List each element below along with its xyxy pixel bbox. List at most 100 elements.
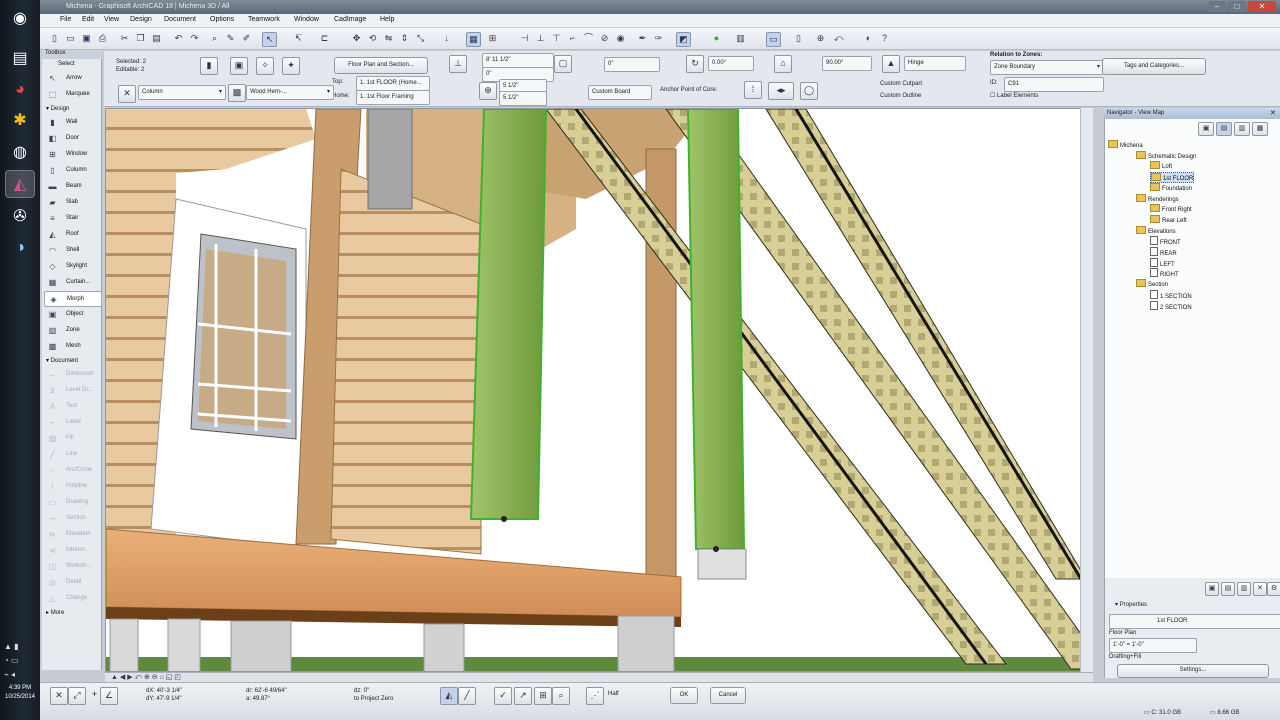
tool-arc-circle[interactable]: ○ Arc/Circle [44,463,100,477]
render-icon[interactable]: ◐ [862,32,875,45]
view-map-icon[interactable]: ▤ [1216,122,1232,136]
tool-marquee[interactable]: ⬚ Marquee [44,87,100,101]
drag-icon[interactable]: ✥ [350,32,363,45]
column-type-select[interactable]: Column ▾ [138,85,226,100]
close-button[interactable]: ✕ [1248,1,1276,12]
archicad-icon[interactable]: ◭ [5,170,35,198]
viewport-vertical-scrollbar[interactable] [1080,108,1093,672]
grid-icon[interactable]: ⊞ [486,32,499,45]
settings-icon[interactable]: ✱ [5,106,35,134]
cut-icon[interactable]: ✂ [118,32,131,45]
view-id-field[interactable]: 1st FLOOR [1109,614,1280,629]
relation-zones-select[interactable]: Zone Boundary ▾ [990,60,1104,75]
tool-slab[interactable]: ▰ Slab [44,195,100,209]
tool-door[interactable]: ◧ Door [44,131,100,145]
trim-icon[interactable]: ⊤ [550,32,563,45]
eyedrop-icon[interactable]: ✑ [652,32,665,45]
start-orb-icon[interactable]: ◉ [5,4,35,32]
print-icon[interactable]: ⎙ [96,32,109,45]
tree-item[interactable]: LEFT [1150,257,1175,268]
tool-interior-elevation[interactable]: ⊲ Interior... [44,543,100,557]
polar-icon[interactable]: ∠ [100,687,118,705]
tree-item[interactable]: Section [1136,279,1168,288]
copy-icon[interactable]: ❐ [134,32,147,45]
tool-curtain-wall[interactable]: ▦ Curtain... [44,275,100,289]
paint-icon[interactable]: ✒ [636,32,649,45]
tool-morph[interactable]: ◈ Morph [44,291,102,307]
split-icon[interactable]: ⊘ [598,32,611,45]
3d-model-render[interactable] [106,109,1093,672]
project-map-icon[interactable]: ▣ [1198,122,1214,136]
navigator-settings-button[interactable]: Settings... [1117,664,1269,678]
tags-categories-button[interactable]: Tags and Categories... [1102,58,1206,75]
orientation-icon[interactable]: ⌂ [774,55,792,73]
new-view-icon[interactable]: ▣ [1205,582,1219,596]
navigator-close-icon[interactable]: ✕ [1270,109,1276,117]
tool-beam[interactable]: ▬ Beam [44,179,100,193]
cover-fill-field[interactable]: Custom Board [588,85,652,100]
menu-edit[interactable]: Edit [82,16,94,23]
floor-plan-icon[interactable]: ▯ [792,32,805,45]
column-settings-icon[interactable]: ▮ [200,57,218,75]
tree-item[interactable]: Elevations [1136,225,1176,235]
maximize-button[interactable]: □ [1228,1,1246,12]
tool-line[interactable]: ╱ Line [44,447,100,461]
tree-item[interactable]: FRONT [1150,236,1181,246]
slant-column-icon[interactable]: ✦ [282,57,300,75]
anchor-toggle-icon[interactable]: ◂▸ [768,82,794,100]
tool-stair[interactable]: ≡ Stair [44,211,100,225]
rotate-column-icon[interactable]: ✧ [256,57,274,75]
layers-icon[interactable]: ▥ [734,32,747,45]
menu-help[interactable]: Help [380,16,394,23]
minimize-button[interactable]: – [1208,1,1226,12]
tool-fill[interactable]: ▨ Fill [44,431,100,445]
tree-item[interactable]: Renderings [1136,193,1179,203]
magnify-snap-icon[interactable]: ⌕ [552,687,570,705]
tool-shell[interactable]: ◠ Shell [44,243,100,257]
tool-label[interactable]: ⌐ Label [44,415,100,429]
zoom-icon[interactable]: ⊕ [814,32,827,45]
cancel-button[interactable]: Cancel [710,687,746,704]
orbit-icon[interactable]: ⤺ [832,32,845,45]
id-field[interactable]: C91 [1004,77,1104,92]
tree-item[interactable]: Rear Left [1150,214,1187,224]
core-shape-icon[interactable]: ▢ [554,55,572,73]
delete-view-icon[interactable]: ✕ [1253,582,1267,596]
tool-detail[interactable]: ◎ Detail [44,575,100,589]
proj-field[interactable]: Hinge [904,56,966,71]
intersect-icon[interactable]: ⊥ [534,32,547,45]
menu-window[interactable]: Window [294,16,319,23]
guide-line-icon[interactable]: ↸ [292,32,305,45]
angle-field[interactable]: 0.00° [708,56,754,71]
inject-icon[interactable]: ✐ [240,32,253,45]
tool-window[interactable]: ⊞ Window [44,147,100,161]
menu-view[interactable]: View [104,16,119,23]
menu-cadimage[interactable]: CadImage [334,16,366,23]
tree-item[interactable]: Schematic Design [1136,150,1196,160]
ok-button[interactable]: OK [670,687,698,704]
tree-item[interactable]: 1st FLOOR [1150,172,1195,184]
tool-column[interactable]: ▯ Column [44,163,100,177]
close-panel-icon[interactable]: ✕ [118,85,136,103]
menu-options[interactable]: Options [210,16,234,23]
tool-wall[interactable]: ▮ Wall [44,115,100,129]
height-field[interactable]: 8' 11 1/2" [482,53,554,68]
undo-icon[interactable]: ↶ [172,32,185,45]
disk-icon[interactable]: ◍ [5,138,35,166]
layout-book-icon[interactable]: ▥ [1234,122,1250,136]
tool-skylight[interactable]: ◇ Skylight [44,259,100,273]
tree-item[interactable]: 2 SECTION [1150,300,1192,311]
tool-worksheet[interactable]: ◫ Worksh... [44,559,100,573]
tree-item[interactable]: Michena [1108,140,1143,149]
fill-pattern-icon[interactable]: ▩ [228,84,246,102]
label-elements-checkbox[interactable]: ☐ Label Elements [990,92,1038,99]
tool-arrow[interactable]: ↖ Arrow [44,71,100,85]
tool-change[interactable]: △ Change [44,591,100,605]
tool-zone[interactable]: ▧ Zone [44,323,100,337]
elevate-icon[interactable]: ⇕ [398,32,411,45]
tree-item[interactable]: Front Right [1150,204,1192,213]
menu-file[interactable]: File [60,16,71,23]
material-icon[interactable]: ▲ [882,55,900,73]
grid-snap-icon[interactable]: ⊞ [534,687,552,705]
tree-item[interactable]: RIGHT [1150,268,1179,278]
